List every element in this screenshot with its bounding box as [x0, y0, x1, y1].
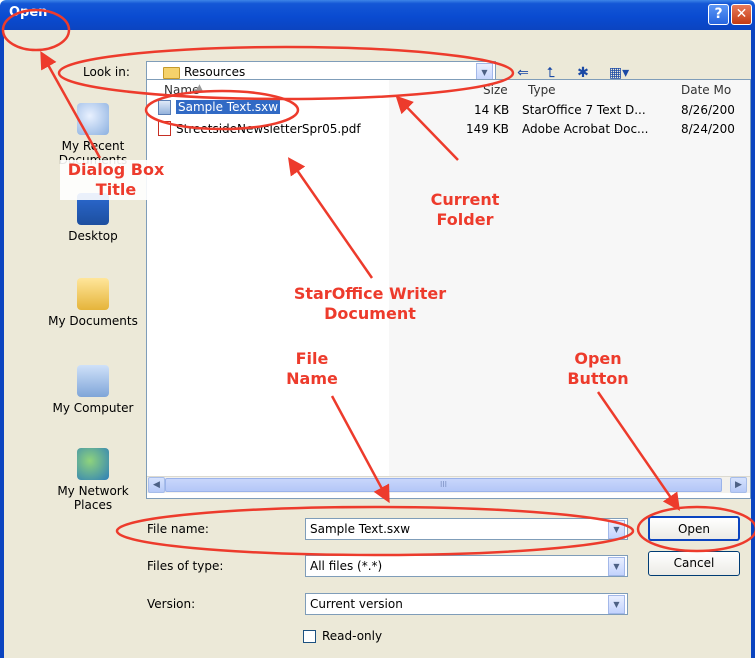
network-places-icon: [77, 448, 109, 480]
file-type-cell: Adobe Acrobat Doc...: [522, 122, 649, 136]
place-label: My Computer: [52, 401, 134, 415]
places-recent-documents[interactable]: My Recent Documents: [41, 103, 145, 167]
scroll-thumb[interactable]: III: [165, 478, 722, 492]
file-name-label: File name:: [147, 522, 209, 536]
my-computer-icon: [77, 365, 109, 397]
file-name-cell[interactable]: StreetsideNewsletterSpr05.pdf: [176, 122, 361, 136]
annotation-dialog-title: Dialog Box Title: [60, 160, 172, 200]
version-value: Current version: [310, 597, 403, 611]
pdf-document-icon: [158, 121, 171, 136]
annotation-open-button: Open Button: [567, 349, 629, 388]
scroll-left-button[interactable]: ◀: [148, 477, 165, 493]
place-label: Desktop: [68, 229, 118, 243]
column-header-size[interactable]: Size: [483, 83, 508, 97]
file-date-cell: 8/26/200: [681, 103, 735, 117]
files-of-type-label: Files of type:: [147, 559, 224, 573]
help-button[interactable]: ?: [708, 4, 729, 25]
places-network[interactable]: My Network Places: [41, 448, 145, 512]
file-type-cell: StarOffice 7 Text D...: [522, 103, 646, 117]
look-in-value: Resources: [184, 65, 246, 79]
scroll-right-button[interactable]: ▶: [730, 477, 747, 493]
close-button[interactable]: ✕: [731, 4, 752, 25]
file-name-cell[interactable]: Sample Text.sxw: [176, 100, 281, 114]
writer-document-icon: [158, 100, 171, 115]
place-label: My Network Places: [57, 484, 129, 512]
open-button[interactable]: Open: [648, 516, 740, 541]
files-of-type-value: All files (*.*): [310, 559, 383, 573]
file-date-cell: 8/24/200: [681, 122, 735, 136]
cancel-button[interactable]: Cancel: [648, 551, 740, 576]
file-list-shade: [389, 80, 750, 476]
file-size-cell: 14 KB: [474, 103, 510, 117]
read-only-label: Read-only: [322, 629, 383, 643]
annotation-file-name: File Name: [286, 349, 338, 388]
chevron-down-icon[interactable]: ▼: [608, 595, 625, 614]
dialog-title: Open: [9, 5, 48, 20]
sort-ascending-icon: ▲: [196, 83, 203, 93]
column-header-type[interactable]: Type: [528, 83, 556, 97]
annotation-staroffice-document: StarOffice Writer Document: [293, 284, 447, 323]
places-my-computer[interactable]: My Computer: [41, 365, 145, 415]
look-in-label: Look in:: [83, 65, 130, 79]
version-label: Version:: [147, 597, 196, 611]
places-my-documents[interactable]: My Documents: [41, 278, 145, 328]
recent-documents-icon: [77, 103, 109, 135]
chevron-down-icon[interactable]: ▼: [608, 520, 625, 539]
places-desktop[interactable]: Desktop: [41, 193, 145, 243]
read-only-checkbox[interactable]: [303, 630, 316, 643]
place-label: My Documents: [48, 314, 138, 328]
file-size-cell: 149 KB: [466, 122, 509, 136]
column-header-date[interactable]: Date Mo: [681, 83, 731, 97]
chevron-down-icon[interactable]: ▼: [608, 557, 625, 576]
folder-icon: [163, 67, 180, 79]
column-header-name[interactable]: Name: [164, 83, 199, 97]
annotation-current-folder: Current Folder: [430, 190, 500, 229]
title-bar[interactable]: [0, 0, 755, 30]
my-documents-icon: [77, 278, 109, 310]
file-name-value: Sample Text.sxw: [310, 522, 411, 536]
